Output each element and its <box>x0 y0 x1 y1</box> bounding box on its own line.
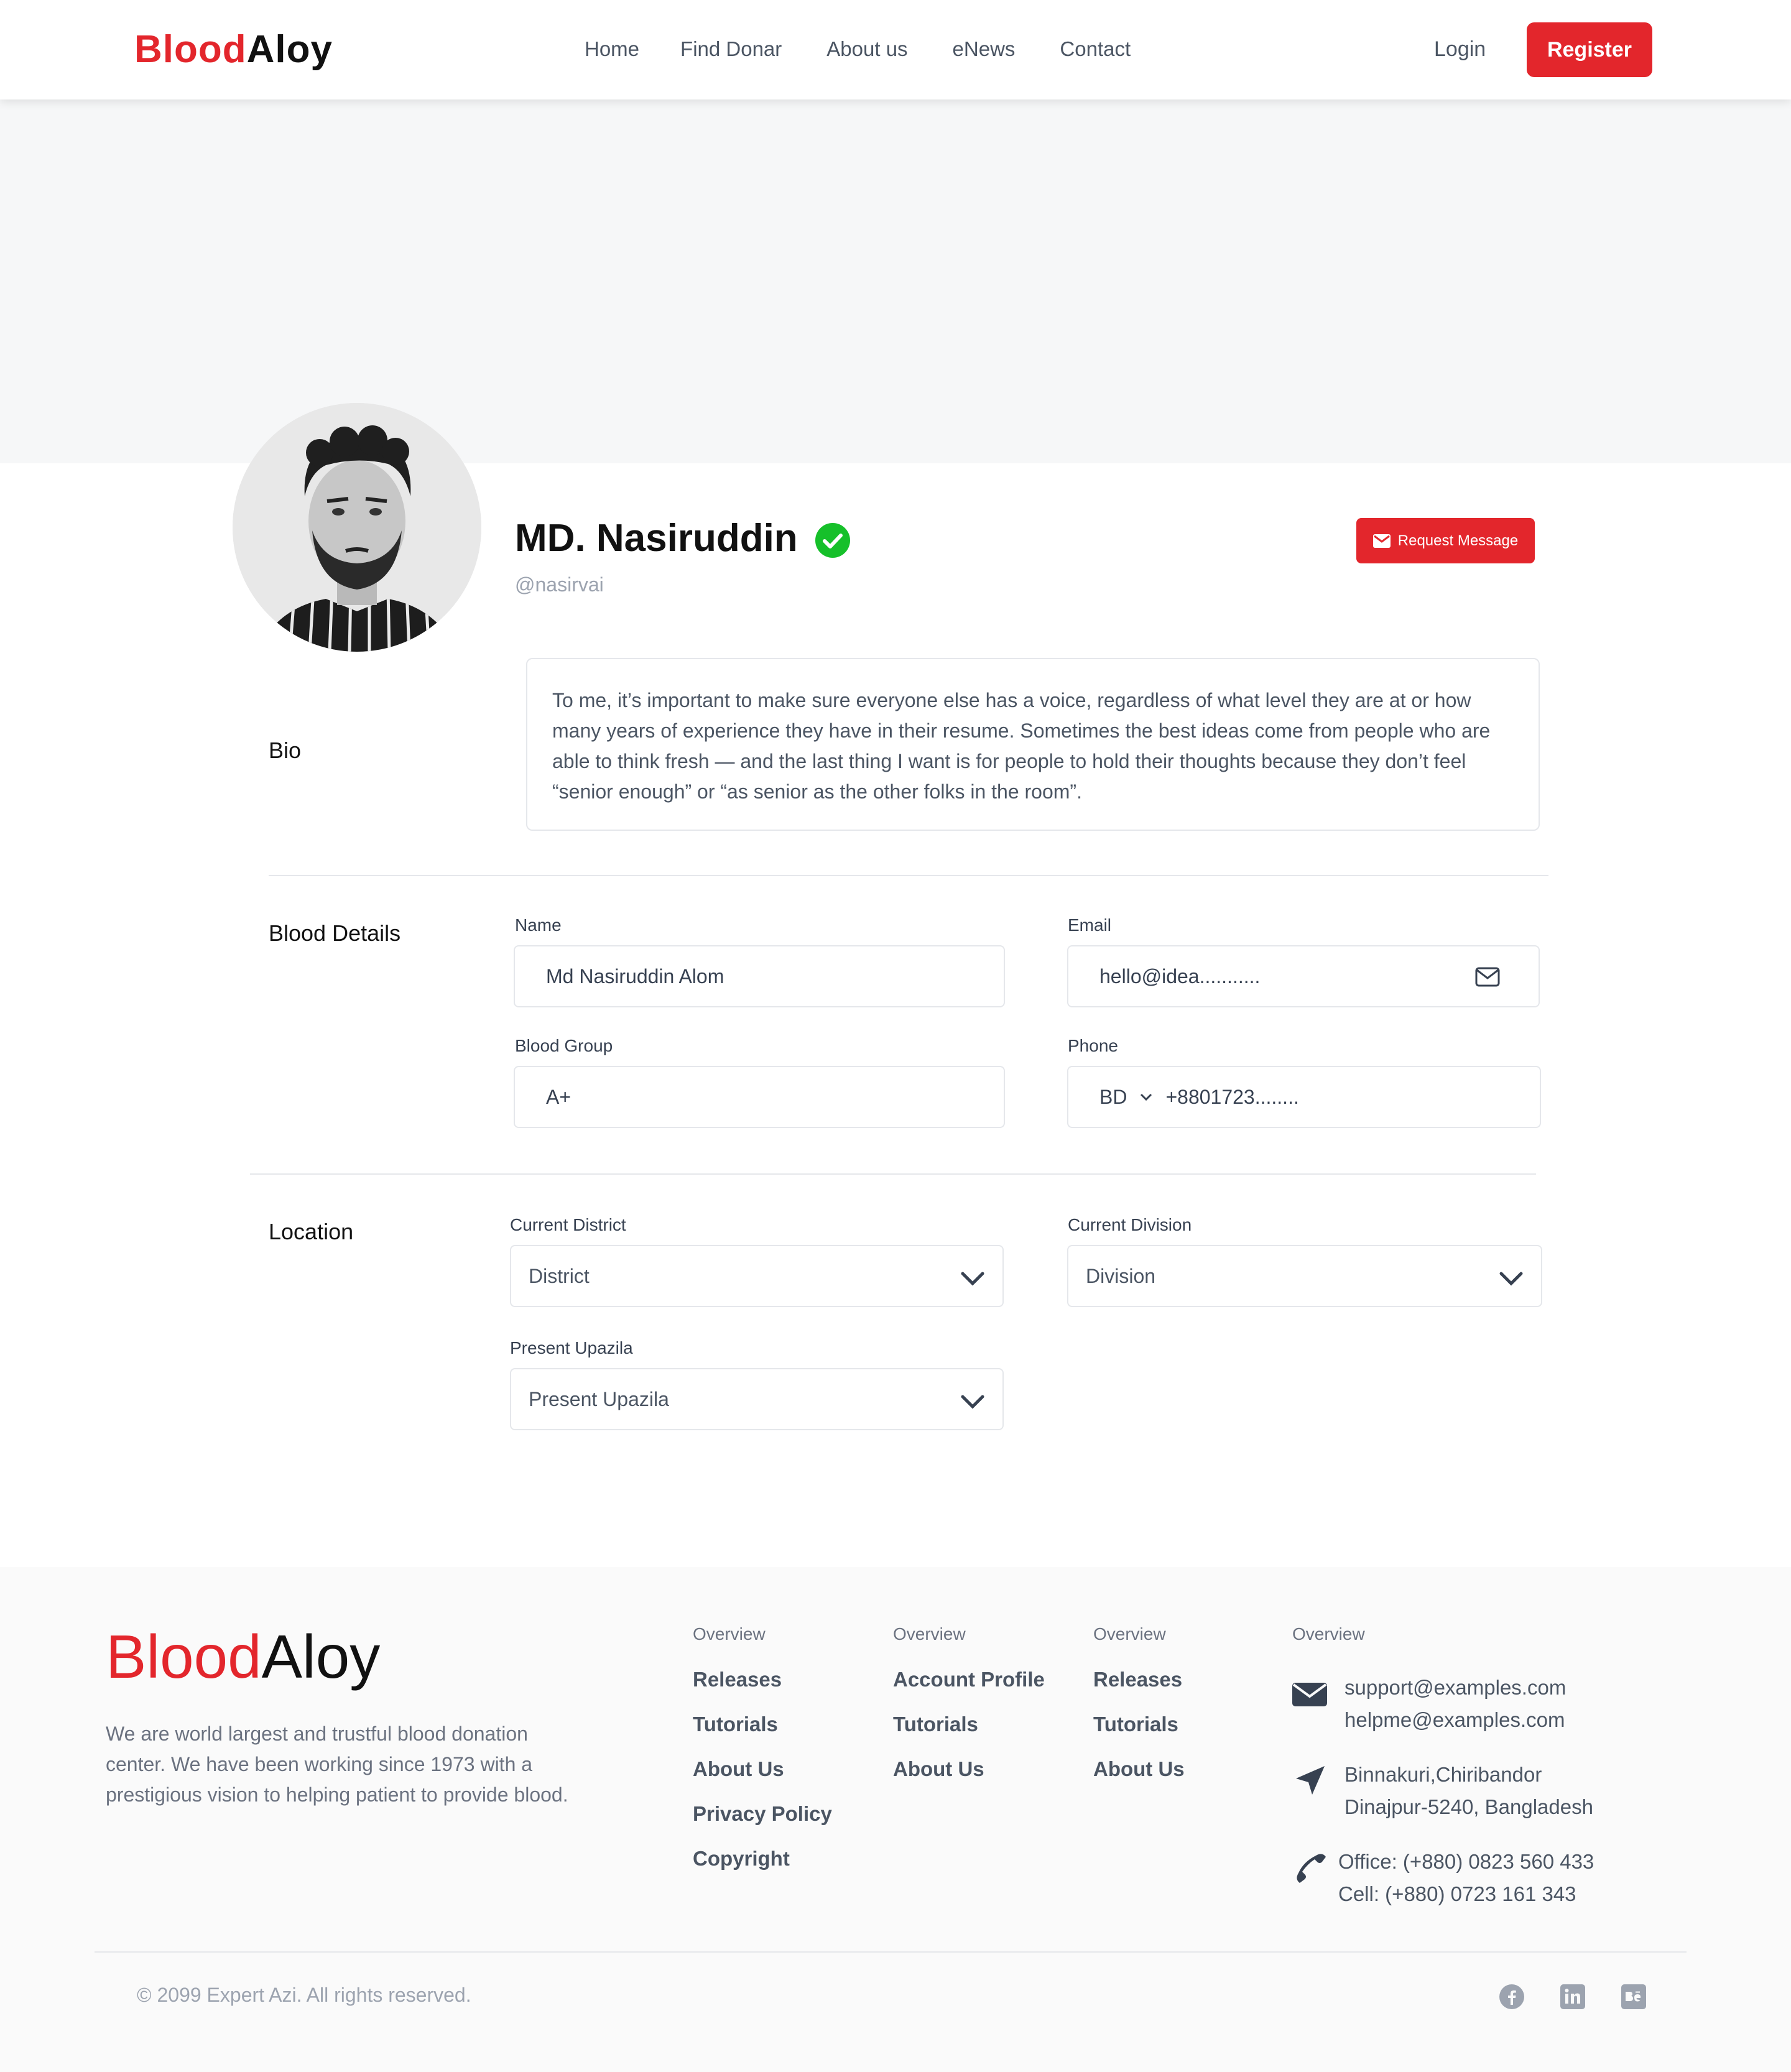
blood-group-field[interactable]: A+ <box>514 1066 1005 1128</box>
cover-banner <box>0 99 1791 463</box>
name-label: Name <box>515 915 562 935</box>
email-field[interactable]: hello@idea........... <box>1067 945 1540 1007</box>
bio-text: To me, it’s important to make sure every… <box>526 658 1540 831</box>
footer-brand-blood: Blood <box>106 1622 262 1691</box>
footer-link-about-us[interactable]: About Us <box>693 1757 832 1802</box>
nav-contact[interactable]: Contact <box>1060 37 1131 61</box>
brand-part-blood: Blood <box>134 28 247 71</box>
nav-enews[interactable]: eNews <box>953 37 1016 61</box>
contact-phone: Office: (+880) 0823 560 433 Cell: (+880)… <box>1291 1846 1594 1910</box>
footer-link-privacy-policy[interactable]: Privacy Policy <box>693 1802 832 1847</box>
divider <box>250 1173 1536 1175</box>
main-nav: Home Find Donar About us eNews Contact <box>585 37 1131 61</box>
chevron-down-icon <box>1499 1272 1523 1286</box>
footer-link-account-profile[interactable]: Account Profile <box>893 1668 1045 1713</box>
phone-icon <box>1297 1854 1326 1883</box>
copyright-text: © 2099 Expert Azi. All rights reserved. <box>137 1984 471 2006</box>
division-label: Current Division <box>1068 1215 1192 1234</box>
location-label: Location <box>269 1219 354 1244</box>
footer-column-contact: Overview <box>1292 1624 1365 1668</box>
avatar-image <box>233 403 481 652</box>
help-email[interactable]: helpme@examples.com <box>1344 1704 1566 1736</box>
division-select[interactable]: Division <box>1067 1245 1542 1307</box>
footer-description: We are world largest and trustful blood … <box>106 1723 568 1806</box>
request-message-button[interactable]: Request Message <box>1356 518 1535 563</box>
support-email[interactable]: support@examples.com <box>1344 1672 1566 1704</box>
upazila-placeholder: Present Upazila <box>529 1387 669 1410</box>
footer-column-head: Overview <box>1292 1624 1365 1644</box>
email-value: hello@idea........... <box>1099 964 1261 987</box>
contact-address: Binnakuri,Chiribandor Dinajpur-5240, Ban… <box>1291 1759 1593 1823</box>
footer-column-2: Overview Account Profile Tutorials About… <box>893 1624 1045 1802</box>
profile-name: MD. Nasiruddin <box>515 517 798 560</box>
profile-handle: @nasirvai <box>515 573 604 596</box>
nav-about-us[interactable]: About us <box>826 37 907 61</box>
location-arrow-icon <box>1296 1766 1325 1795</box>
upazila-label: Present Upazila <box>510 1338 633 1357</box>
envelope-icon <box>1292 1683 1327 1706</box>
footer-column-1: Overview Releases Tutorials About Us Pri… <box>693 1624 832 1892</box>
brand-part-aloy: Aloy <box>246 28 333 71</box>
linkedin-icon[interactable] <box>1560 1984 1586 2010</box>
chevron-down-icon <box>1141 1093 1152 1101</box>
chevron-down-icon <box>961 1395 984 1409</box>
country-code-value: BD <box>1099 1085 1127 1108</box>
envelope-icon <box>1372 534 1391 548</box>
bio-label: Bio <box>269 738 302 763</box>
chevron-down-icon <box>961 1272 984 1286</box>
phone-field[interactable]: BD +8801723........ <box>1067 1066 1541 1128</box>
phone-value: +8801723........ <box>1165 1085 1299 1108</box>
footer-link-releases[interactable]: Releases <box>693 1668 832 1713</box>
login-link[interactable]: Login <box>1434 37 1486 62</box>
register-button[interactable]: Register <box>1527 22 1652 77</box>
district-select[interactable]: District <box>510 1245 1004 1307</box>
footer-link-tutorials[interactable]: Tutorials <box>893 1713 1045 1757</box>
footer-column-head: Overview <box>893 1624 966 1644</box>
name-value: Md Nasiruddin Alom <box>546 964 724 987</box>
address-line-2: Dinajpur-5240, Bangladesh <box>1344 1795 1593 1818</box>
footer-column-head: Overview <box>1093 1624 1166 1644</box>
footer-link-copyright[interactable]: Copyright <box>693 1847 832 1892</box>
district-placeholder: District <box>529 1264 590 1287</box>
upazila-select[interactable]: Present Upazila <box>510 1368 1004 1430</box>
country-code-select[interactable]: BD +8801723........ <box>1068 1086 1299 1109</box>
nav-find-donar[interactable]: Find Donar <box>680 37 782 61</box>
brand-logo[interactable]: BloodAloy <box>134 27 333 72</box>
office-phone[interactable]: Office: (+880) 0823 560 433 <box>1338 1846 1594 1878</box>
blood-group-label: Blood Group <box>515 1036 613 1055</box>
footer-column-3: Overview Releases Tutorials About Us <box>1093 1624 1185 1802</box>
request-message-label: Request Message <box>1397 532 1519 549</box>
footer-link-releases[interactable]: Releases <box>1093 1668 1185 1713</box>
footer-link-tutorials[interactable]: Tutorials <box>1093 1713 1185 1757</box>
contact-email: support@examples.com helpme@examples.com <box>1291 1672 1566 1736</box>
top-navbar: BloodAloy Home Find Donar About us eNews… <box>0 0 1791 99</box>
footer-link-tutorials[interactable]: Tutorials <box>693 1713 832 1757</box>
blood-group-value: A+ <box>546 1085 572 1108</box>
mail-icon <box>1475 967 1500 987</box>
cell-phone[interactable]: Cell: (+880) 0723 161 343 <box>1338 1878 1594 1910</box>
footer-brand-aloy: Aloy <box>261 1622 381 1691</box>
divider <box>269 875 1548 876</box>
facebook-icon[interactable] <box>1499 1984 1525 2010</box>
name-field[interactable]: Md Nasiruddin Alom <box>514 945 1005 1007</box>
footer-link-about-us[interactable]: About Us <box>1093 1757 1185 1802</box>
address-line-1: Binnakuri,Chiribandor <box>1344 1763 1542 1786</box>
phone-label: Phone <box>1068 1036 1118 1055</box>
nav-home[interactable]: Home <box>585 37 639 61</box>
footer-divider <box>95 1951 1687 1953</box>
blood-details-label: Blood Details <box>269 920 401 946</box>
behance-icon[interactable] <box>1621 1984 1647 2010</box>
avatar <box>233 403 481 652</box>
district-label: Current District <box>510 1215 626 1234</box>
footer-column-head: Overview <box>693 1624 766 1644</box>
email-label: Email <box>1068 915 1112 935</box>
division-placeholder: Division <box>1086 1264 1156 1287</box>
check-circle-icon <box>815 523 850 558</box>
footer-logo[interactable]: BloodAloy <box>106 1622 380 1692</box>
footer-link-about-us[interactable]: About Us <box>893 1757 1045 1802</box>
